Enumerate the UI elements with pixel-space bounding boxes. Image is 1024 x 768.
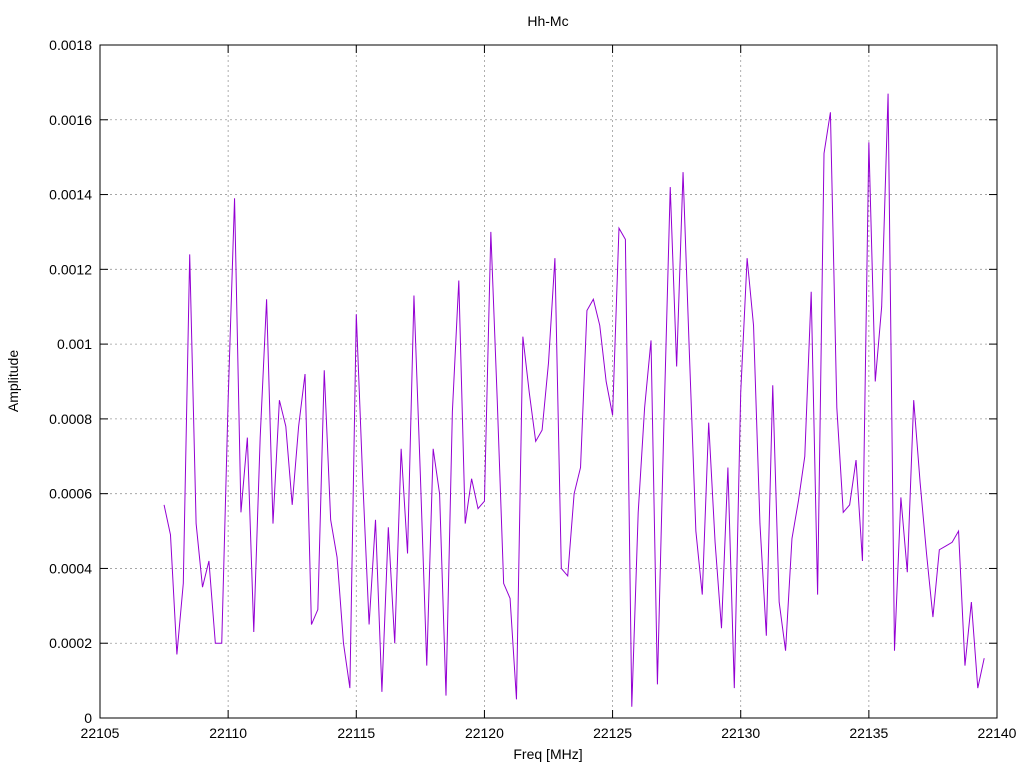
plot-frame (99, 44, 998, 719)
y-axis-label: Amplitude (5, 350, 21, 412)
y-tick-label: 0.0016 (49, 112, 92, 128)
grid (100, 45, 997, 718)
y-tick-label: 0.0006 (49, 486, 92, 502)
plot-area (163, 93, 985, 707)
y-tick-label: 0.0004 (49, 560, 92, 576)
x-tick-label: 22110 (209, 725, 247, 741)
y-tick-label: 0.0002 (49, 635, 92, 651)
x-tick-label: 22115 (337, 725, 375, 741)
chart-title: Hh-Mc (527, 13, 568, 29)
series-line (163, 93, 985, 707)
x-tick-label: 22120 (465, 725, 504, 741)
y-tick-label: 0 (84, 710, 92, 726)
axis-ticks: 0 0.0002 0.0004 0.0006 0.0008 0.001 0.0012 0.00… (49, 37, 1017, 741)
x-tick-label: 22125 (593, 725, 632, 741)
x-tick-label: 22130 (721, 725, 760, 741)
y-tick-label: 0.001 (57, 336, 92, 352)
y-tick-label: 0.0008 (49, 411, 92, 427)
y-tick-label: 0.0012 (49, 261, 92, 277)
y-tick-label: 0.0018 (49, 37, 92, 53)
x-tick-label: 22105 (81, 725, 120, 741)
x-tick-label: 22140 (978, 725, 1017, 741)
y-tick-label: 0.0014 (49, 187, 92, 203)
x-tick-label: 22135 (849, 725, 888, 741)
chart: 0 0.0002 0.0004 0.0006 0.0008 0.001 0.0012 0.00… (5, 13, 1017, 762)
x-axis-label: Freq [MHz] (513, 746, 582, 762)
